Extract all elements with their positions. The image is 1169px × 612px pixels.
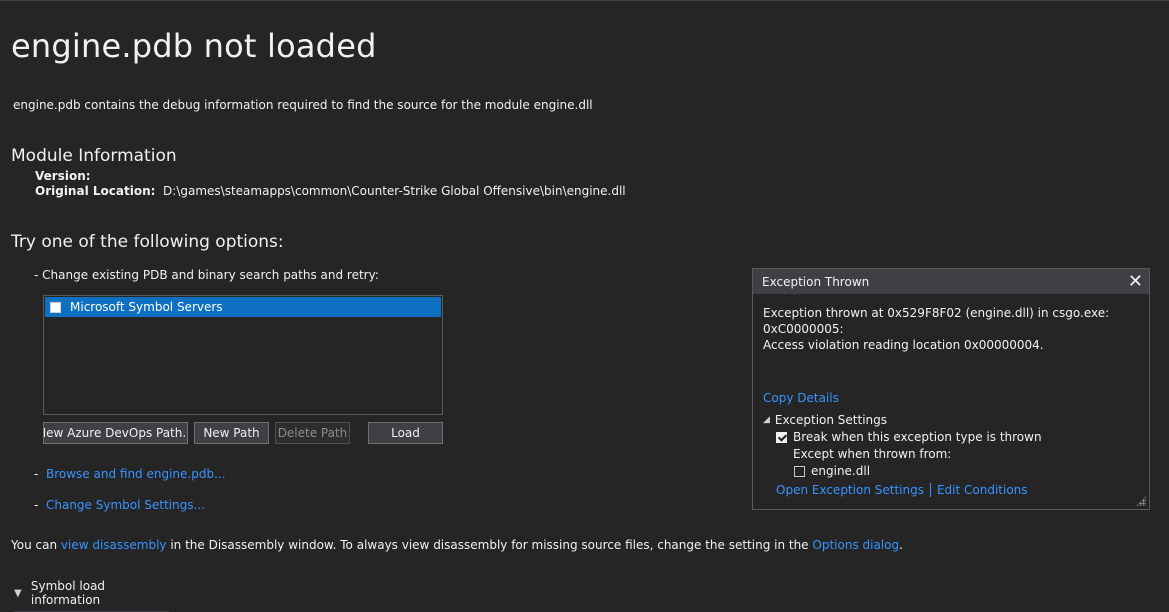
exception-message-line1: Exception thrown at 0x529F8F02 (engine.d… (763, 306, 1110, 336)
link-separator (929, 483, 931, 497)
module-version-row: Version: (35, 169, 91, 183)
break-when-thrown-checkbox[interactable] (776, 431, 787, 443)
exception-popup: Exception Thrown ✕ Exception thrown at 0… (752, 268, 1150, 510)
options-heading: Try one of the following options: (11, 232, 284, 252)
symbol-settings-option: - Change Symbol Settings... (34, 498, 205, 512)
chevron-down-icon: ▼ (14, 587, 22, 599)
exception-message: Exception thrown at 0x529F8F02 (engine.d… (763, 305, 1143, 353)
list-item[interactable]: Microsoft Symbol Servers (45, 297, 441, 317)
list-item-checkbox[interactable] (50, 301, 61, 313)
copy-details-link[interactable]: Copy Details (763, 391, 839, 405)
symbol-load-info-toggle[interactable]: ▼ Symbol load information (14, 579, 169, 612)
version-label: Version: (35, 169, 91, 183)
module-location-row: Original Location: D:\games\steamapps\co… (35, 184, 626, 198)
footer-suffix: . (899, 538, 903, 552)
browse-link[interactable]: Browse and find engine.pdb... (46, 467, 226, 481)
change-paths-text: - Change existing PDB and binary search … (34, 268, 379, 282)
disassembly-hint: You can view disassembly in the Disassem… (11, 538, 903, 552)
close-icon[interactable]: ✕ (1128, 272, 1143, 291)
page-title: engine.pdb not loaded (11, 27, 377, 65)
browse-option: - Browse and find engine.pdb... (34, 467, 226, 481)
open-exception-settings-link[interactable]: Open Exception Settings (776, 483, 924, 497)
except-when-label: Except when thrown from: (793, 447, 952, 461)
options-dialog-link[interactable]: Options dialog (812, 538, 899, 552)
resize-grip-icon[interactable] (1136, 496, 1146, 506)
exception-settings-toggle[interactable]: ◢ Exception Settings (763, 413, 887, 427)
page-description: engine.pdb contains the debug informatio… (13, 98, 593, 112)
delete-path-button[interactable]: Delete Path (275, 422, 350, 444)
symbol-paths-list[interactable]: Microsoft Symbol Servers (43, 295, 443, 415)
dash: - (34, 467, 39, 481)
exception-header: Exception Thrown ✕ (753, 269, 1149, 294)
exception-links: Open Exception Settings Edit Conditions (776, 483, 1028, 497)
load-button[interactable]: Load (368, 422, 443, 444)
exception-settings-label: Exception Settings (774, 413, 888, 427)
new-azure-devops-path-button[interactable]: New Azure DevOps Path... (43, 422, 188, 444)
module-info-heading: Module Information (11, 146, 177, 166)
break-when-thrown-option[interactable]: Break when this exception type is thrown (776, 430, 1042, 444)
footer-middle: in the Disassembly window. To always vie… (166, 538, 813, 552)
location-value: D:\games\steamapps\common\Counter-Strike… (163, 184, 626, 198)
view-disassembly-link[interactable]: view disassembly (61, 538, 167, 552)
exception-message-line2: Access violation reading location 0x0000… (763, 338, 1044, 352)
change-symbol-settings-link[interactable]: Change Symbol Settings... (46, 498, 205, 512)
symbol-load-info-label: Symbol load information (30, 579, 106, 607)
list-item-label: Microsoft Symbol Servers (70, 300, 223, 314)
engine-dll-label: engine.dll (811, 464, 871, 478)
break-when-thrown-label: Break when this exception type is thrown (793, 430, 1042, 444)
engine-dll-option[interactable]: engine.dll (794, 464, 870, 478)
footer-prefix: You can (11, 538, 61, 552)
edit-conditions-link[interactable]: Edit Conditions (937, 483, 1028, 497)
triangle-down-icon: ◢ (763, 415, 770, 425)
engine-dll-checkbox[interactable] (794, 465, 805, 477)
location-label: Original Location: (35, 184, 156, 198)
exception-title: Exception Thrown (762, 274, 870, 289)
new-path-button[interactable]: New Path (194, 422, 269, 444)
dash: - (34, 498, 39, 512)
